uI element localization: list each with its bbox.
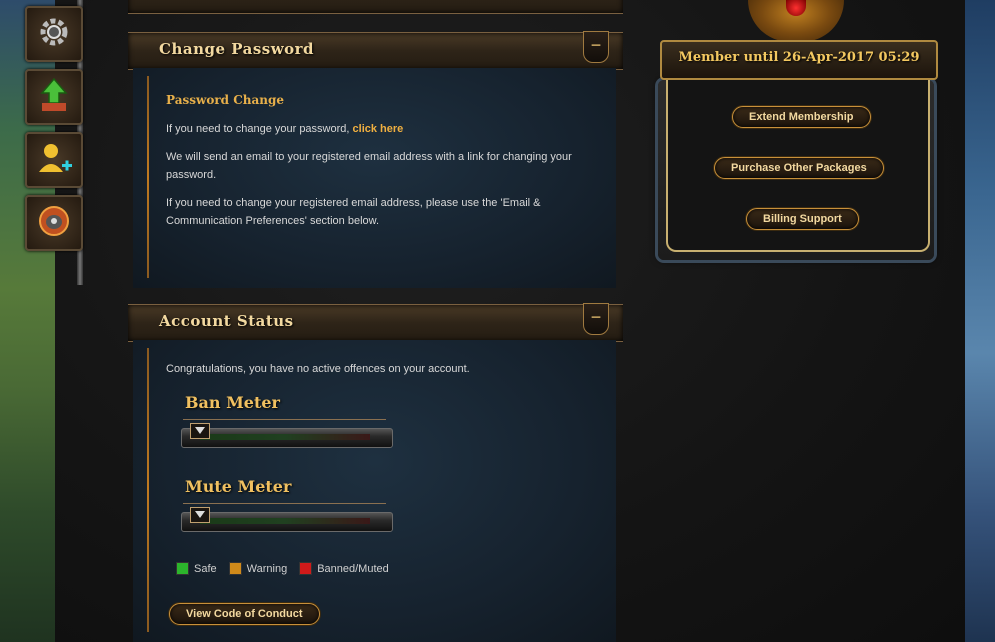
collapse-icon[interactable]: − xyxy=(583,31,609,63)
meter-legend: Safe Warning Banned/Muted xyxy=(176,562,389,575)
game-tool-button[interactable] xyxy=(25,195,83,251)
mute-meter-pointer-icon xyxy=(190,507,210,523)
ban-meter-bar xyxy=(181,423,393,448)
email-change-info: If you need to change your registered em… xyxy=(166,197,541,227)
billing-support-button[interactable]: Billing Support xyxy=(746,208,859,230)
mute-meter-underline xyxy=(183,503,386,504)
account-status-header[interactable]: Account Status − xyxy=(128,303,623,342)
password-change-subtitle: Password Change xyxy=(166,93,285,107)
offences-message: Congratulations, you have no active offe… xyxy=(166,363,470,375)
ban-meter-title: Ban Meter xyxy=(185,393,280,412)
legend-warning: Warning xyxy=(228,562,288,575)
warning-swatch xyxy=(228,562,242,575)
mute-meter-track xyxy=(200,518,370,524)
membership-frame: Extend Membership Purchase Other Package… xyxy=(658,80,934,260)
legend-label: Safe xyxy=(194,562,217,575)
ban-meter-pointer-icon xyxy=(190,423,210,439)
membership-expiry: Member until 26-Apr-2017 05:29 xyxy=(678,50,920,65)
right-scenery xyxy=(965,0,995,642)
previous-section-header xyxy=(128,0,623,14)
safe-swatch xyxy=(176,562,189,575)
membership-panel: Extend Membership Purchase Other Package… xyxy=(648,0,946,268)
account-status-panel: Congratulations, you have no active offe… xyxy=(133,340,616,642)
banned-swatch xyxy=(299,562,313,575)
crest-emblem-icon xyxy=(748,0,844,42)
legend-banned: Banned/Muted xyxy=(299,562,389,575)
gear-icon xyxy=(34,12,74,57)
legend-label: Warning xyxy=(246,562,288,575)
ban-meter-track xyxy=(200,434,370,440)
mute-meter-title: Mute Meter xyxy=(185,477,292,496)
vertical-divider xyxy=(147,348,149,632)
add-friend-tool-button[interactable] xyxy=(25,132,83,188)
game-icon xyxy=(34,201,74,246)
upgrade-tool-button[interactable] xyxy=(25,69,83,125)
view-code-of-conduct-button[interactable]: View Code of Conduct xyxy=(169,603,320,625)
ruby-gem-icon xyxy=(786,0,806,16)
settings-tool-button[interactable] xyxy=(25,6,83,62)
change-password-prompt: If you need to change your password, xyxy=(166,123,350,135)
mute-meter-bar xyxy=(181,507,393,532)
change-password-text: If you need to change your password, cli… xyxy=(166,120,586,138)
legend-safe: Safe xyxy=(176,562,217,575)
email-link-info: We will send an email to your registered… xyxy=(166,151,572,181)
upgrade-arrow-icon xyxy=(34,75,74,120)
legend-label: Banned/Muted xyxy=(317,562,389,575)
change-password-title: Change Password xyxy=(159,40,315,58)
collapse-icon[interactable]: − xyxy=(583,303,609,335)
add-user-icon xyxy=(34,138,74,183)
extend-membership-button[interactable]: Extend Membership xyxy=(732,106,871,128)
change-password-header[interactable]: Change Password − xyxy=(128,31,623,70)
change-password-panel: Password Change If you need to change yo… xyxy=(133,68,616,288)
left-toolbar xyxy=(25,6,85,258)
membership-frame-inner: Extend Membership Purchase Other Package… xyxy=(666,80,930,252)
ban-meter-underline xyxy=(183,419,386,420)
purchase-packages-button[interactable]: Purchase Other Packages xyxy=(714,157,884,179)
vertical-divider xyxy=(147,76,149,278)
membership-banner: Member until 26-Apr-2017 05:29 xyxy=(660,40,938,80)
account-status-title: Account Status xyxy=(159,312,294,330)
click-here-link[interactable]: click here xyxy=(353,123,404,135)
